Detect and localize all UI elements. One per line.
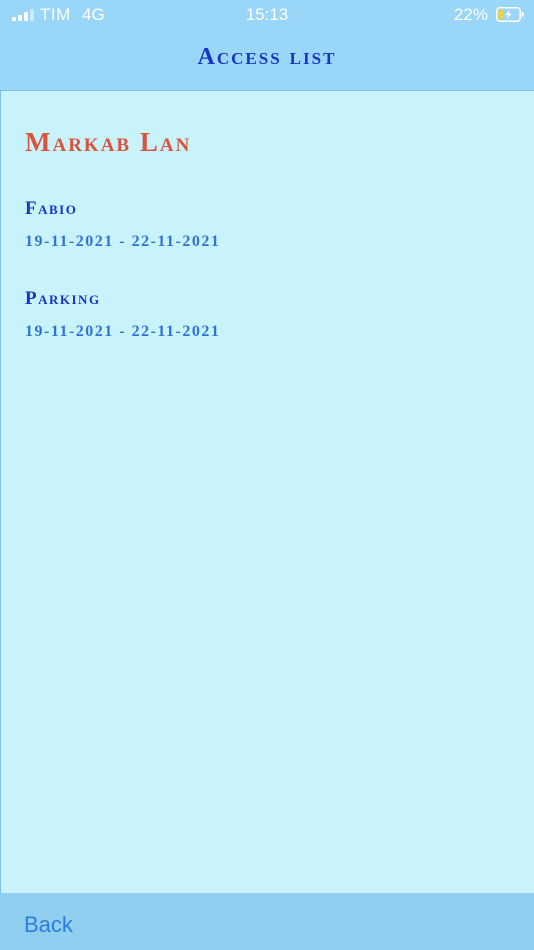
battery-percent: 22% (453, 5, 488, 24)
access-name: Fabio (25, 198, 78, 219)
status-bar: TIM 4G 15:13 22% (0, 0, 534, 30)
screen-edge (0, 91, 1, 893)
access-name: Parking (25, 288, 101, 309)
bottom-toolbar: Back (0, 893, 534, 950)
battery-charging-icon (496, 7, 524, 22)
access-list-content: Markab Lan Fabio 19-11-2021 - 22-11-2021… (25, 124, 515, 376)
navigation-header: TIM 4G 15:13 22% Access list (0, 0, 534, 91)
organization-name: Markab Lan (25, 127, 192, 157)
access-dates: 19-11-2021 - 22-11-2021 (25, 233, 221, 250)
access-dates: 19-11-2021 - 22-11-2021 (25, 323, 221, 340)
page-title: Access list (197, 44, 337, 70)
back-button[interactable]: Back (24, 912, 73, 938)
list-item[interactable]: Parking 19-11-2021 - 22-11-2021 (25, 286, 515, 342)
list-item[interactable]: Fabio 19-11-2021 - 22-11-2021 (25, 196, 515, 252)
